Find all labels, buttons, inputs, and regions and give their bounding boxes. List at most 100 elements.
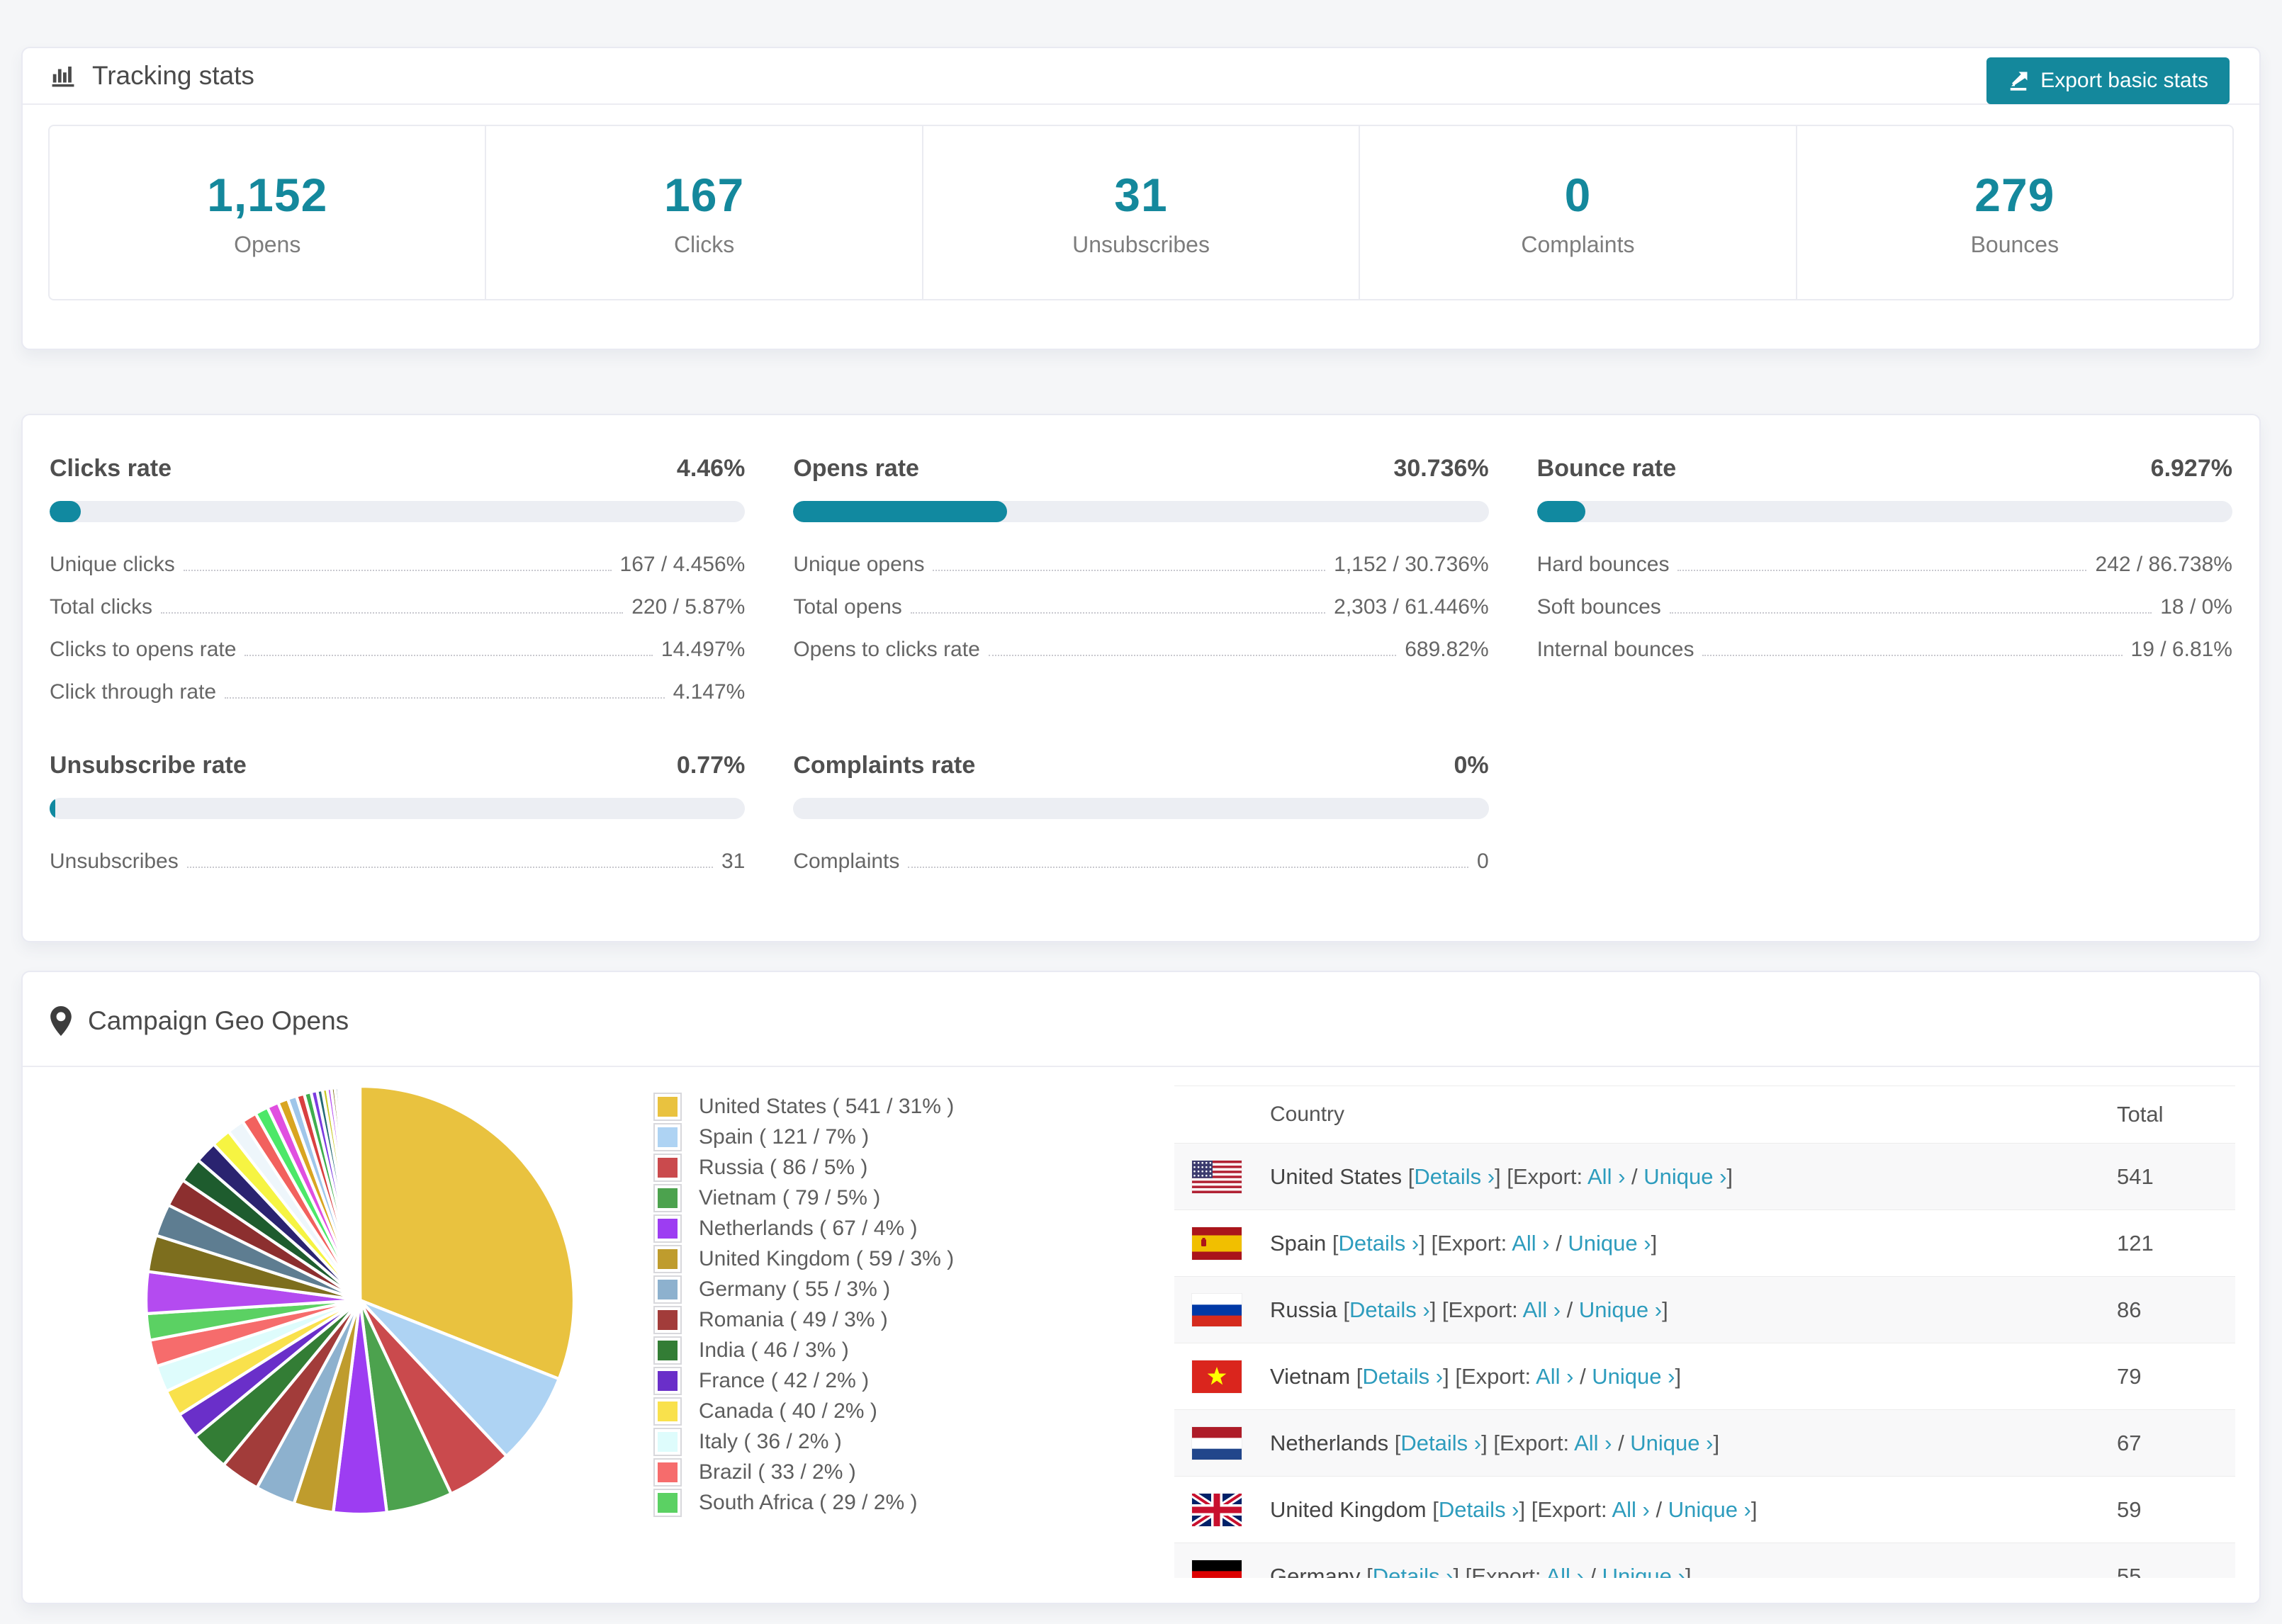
legend-item-south-africa: South Africa ( 29 / 2% ) bbox=[653, 1487, 954, 1518]
country-name: Germany bbox=[1270, 1563, 1367, 1579]
legend-label: South Africa ( 29 / 2% ) bbox=[699, 1490, 918, 1514]
country-name: United Kingdom bbox=[1270, 1496, 1433, 1522]
export-all-link[interactable]: All › bbox=[1546, 1564, 1583, 1579]
rate-title-unsubscribe: Unsubscribe rate bbox=[50, 752, 247, 779]
bar-chart-icon bbox=[50, 62, 77, 89]
details-link[interactable]: Details › bbox=[1414, 1164, 1495, 1189]
legend-label: Germany ( 55 / 3% ) bbox=[699, 1277, 891, 1301]
legend-label: Romania ( 49 / 3% ) bbox=[699, 1307, 888, 1331]
export-all-link[interactable]: All › bbox=[1523, 1297, 1561, 1322]
rate-title-complaints: Complaints rate bbox=[793, 752, 976, 779]
legend-label: Spain ( 121 / 7% ) bbox=[699, 1124, 870, 1149]
details-link[interactable]: Details › bbox=[1339, 1231, 1420, 1256]
legend-item-germany: Germany ( 55 / 3% ) bbox=[653, 1274, 954, 1304]
details-link[interactable]: Details › bbox=[1362, 1364, 1443, 1389]
export-basic-stats-button[interactable]: Export basic stats bbox=[1986, 57, 2230, 104]
legend-color-swatch bbox=[653, 1122, 682, 1151]
rate-row-value: 167 / 4.456% bbox=[619, 553, 746, 576]
rate-row-label: Unique clicks bbox=[50, 553, 175, 576]
rate-row-label: Internal bounces bbox=[1536, 638, 1694, 661]
rate-title-bounce: Bounce rate bbox=[1536, 455, 1677, 482]
geo-opens-title: Campaign Geo Opens bbox=[88, 1006, 349, 1035]
stat-clicks-value: 167 bbox=[664, 168, 745, 221]
export-unique-link[interactable]: Unique › bbox=[1630, 1431, 1713, 1455]
rates-grid: Clicks rate 4.46% Unique clicks 167 / 4.456… bbox=[23, 415, 2259, 883]
gb-flag-icon bbox=[1192, 1493, 1242, 1526]
legend-color-swatch bbox=[653, 1275, 682, 1304]
rate-row: Opens to clicks rate 689.82% bbox=[793, 628, 1488, 671]
rate-row: Hard bounces 242 / 86.738% bbox=[1537, 543, 2232, 586]
geo-table-row-nl: Netherlands [Details ›] [Export: All › /… bbox=[1174, 1409, 2235, 1476]
export-all-link[interactable]: All › bbox=[1587, 1164, 1625, 1189]
export-button-label: Export basic stats bbox=[2040, 69, 2208, 92]
legend-color-swatch bbox=[653, 1457, 682, 1487]
export-unique-link[interactable]: Unique › bbox=[1579, 1297, 1662, 1322]
legend-color-swatch bbox=[653, 1488, 682, 1517]
rate-head-opens: Opens rate 30.736% bbox=[793, 455, 1488, 483]
details-link[interactable]: Details › bbox=[1349, 1297, 1430, 1322]
rate-row-label: Unsubscribes bbox=[50, 850, 179, 873]
details-link[interactable]: Details › bbox=[1400, 1431, 1481, 1455]
export-unique-link[interactable]: Unique › bbox=[1643, 1164, 1726, 1189]
rate-progressbar-unsubscribe bbox=[50, 798, 746, 819]
rate-row-label: Soft bounces bbox=[1536, 595, 1661, 619]
rate-rows-complaints: Complaints 0 bbox=[793, 840, 1488, 883]
rate-row-value: 242 / 86.738% bbox=[2095, 553, 2232, 576]
export-all-link[interactable]: All › bbox=[1612, 1497, 1649, 1522]
geo-row-country-cell: Vietnam [Details ›] [Export: All › / Uni… bbox=[1270, 1363, 1682, 1389]
details-link[interactable]: Details › bbox=[1373, 1564, 1454, 1579]
legend-item-russia: Russia ( 86 / 5% ) bbox=[653, 1152, 954, 1183]
legend-color-swatch bbox=[653, 1244, 682, 1273]
legend-item-brazil: Brazil ( 33 / 2% ) bbox=[653, 1457, 954, 1487]
export-unique-link[interactable]: Unique › bbox=[1592, 1364, 1675, 1389]
rate-row: Total clicks 220 / 5.87% bbox=[50, 586, 745, 628]
rate-value-clicks: 4.46% bbox=[676, 455, 746, 482]
legend-item-canada: Canada ( 40 / 2% ) bbox=[653, 1396, 954, 1426]
legend-label: Vietnam ( 79 / 5% ) bbox=[699, 1185, 881, 1209]
stat-bounces: 279 Bounces bbox=[1797, 126, 2232, 299]
stat-unsubscribes: 31 Unsubscribes bbox=[923, 126, 1361, 299]
rate-rows-opens: Unique opens 1,152 / 30.736% Total opens 2,… bbox=[793, 543, 1488, 671]
legend-label: France ( 42 / 2% ) bbox=[699, 1368, 870, 1392]
geo-row-total: 55 bbox=[2117, 1563, 2142, 1579]
stat-clicks: 167 Clicks bbox=[486, 126, 923, 299]
map-pin-icon bbox=[50, 1006, 72, 1036]
stat-unsubscribes-label: Unsubscribes bbox=[1072, 231, 1210, 257]
legend-item-united-kingdom: United Kingdom ( 59 / 3% ) bbox=[653, 1244, 955, 1274]
legend-color-swatch bbox=[653, 1336, 682, 1365]
geo-table-row-ru: Russia [Details ›] [Export: All › / Uniq… bbox=[1174, 1276, 2235, 1343]
legend-item-united-states: United States ( 541 / 31% ) bbox=[653, 1091, 954, 1122]
stat-opens-label: Opens bbox=[234, 231, 301, 257]
dotted-leader bbox=[161, 612, 624, 614]
export-unique-link[interactable]: Unique › bbox=[1568, 1231, 1651, 1256]
stat-clicks-label: Clicks bbox=[673, 231, 735, 257]
geo-opens-legend: United States ( 541 / 31% ) Spain ( 121 /… bbox=[653, 1091, 955, 1518]
geo-table-row-de: Germany [Details ›] [Export: All › / Uni… bbox=[1174, 1543, 2235, 1578]
legend-label: United Kingdom ( 59 / 3% ) bbox=[699, 1246, 955, 1270]
rate-row-value: 689.82% bbox=[1405, 638, 1489, 661]
rate-row: Unique opens 1,152 / 30.736% bbox=[793, 543, 1488, 586]
export-all-link[interactable]: All › bbox=[1536, 1364, 1573, 1389]
de-flag-icon bbox=[1192, 1560, 1242, 1578]
country-name: United States bbox=[1270, 1163, 1408, 1189]
rate-row: Internal bounces 19 / 6.81% bbox=[1537, 628, 2232, 671]
rate-rows-unsubscribe: Unsubscribes 31 bbox=[50, 840, 745, 883]
geo-table-row-es: Spain [Details ›] [Export: All › / Uniqu… bbox=[1174, 1209, 2235, 1276]
rate-row: Clicks to opens rate 14.497% bbox=[50, 628, 745, 671]
dotted-leader bbox=[1677, 570, 2087, 571]
export-all-link[interactable]: All › bbox=[1574, 1431, 1612, 1455]
export-all-link[interactable]: All › bbox=[1512, 1231, 1549, 1256]
campaign-geo-opens-card: Campaign Geo Opens United States ( 541 /… bbox=[21, 971, 2261, 1604]
rate-row: Complaints 0 bbox=[793, 840, 1488, 883]
details-link[interactable]: Details › bbox=[1439, 1497, 1519, 1522]
legend-label: India ( 46 / 3% ) bbox=[699, 1338, 849, 1362]
rate-row: Click through rate 4.147% bbox=[50, 671, 745, 714]
rate-title-clicks: Clicks rate bbox=[50, 455, 172, 482]
export-unique-link[interactable]: Unique › bbox=[1602, 1564, 1685, 1579]
rate-value-complaints: 0% bbox=[1454, 752, 1489, 779]
rate-rows-clicks: Unique clicks 167 / 4.456% Total clicks 220… bbox=[50, 543, 745, 714]
rate-row-label: Unique opens bbox=[793, 553, 925, 576]
export-unique-link[interactable]: Unique › bbox=[1668, 1497, 1751, 1522]
rate-row-label: Opens to clicks rate bbox=[793, 638, 980, 661]
export-icon bbox=[2008, 70, 2029, 91]
